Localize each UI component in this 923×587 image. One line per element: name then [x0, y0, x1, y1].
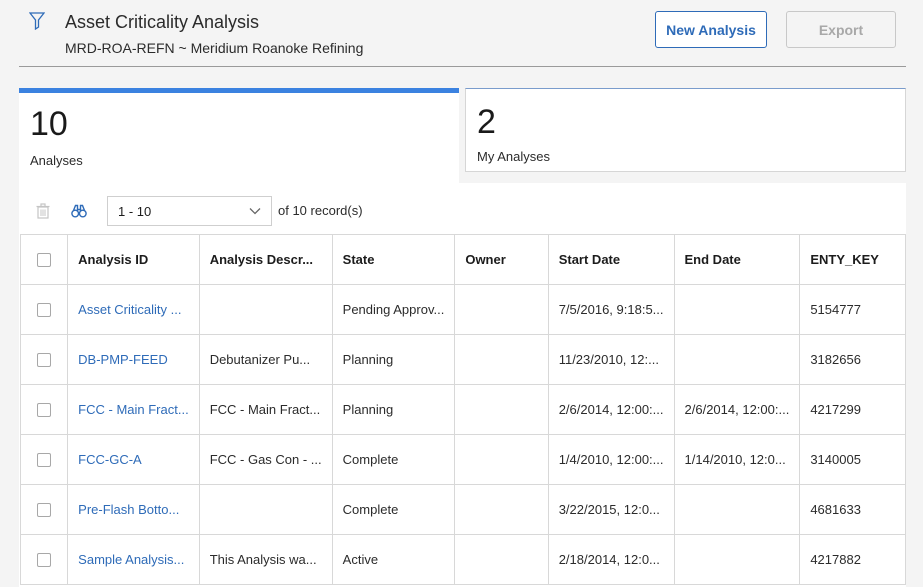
- analyses-panel: 1 - 10 of 10 record(s) Analysis ID Analy…: [19, 183, 906, 587]
- analysis-owner: [454, 484, 549, 535]
- analysis-start-date: 2/6/2014, 12:00:...: [547, 384, 675, 435]
- analysis-id-link[interactable]: DB-PMP-FEED: [67, 334, 200, 385]
- analysis-state: Complete: [331, 484, 456, 535]
- analysis-description: Debutanizer Pu...: [198, 334, 333, 385]
- analysis-end-date: [673, 334, 801, 385]
- row-select-cell: [19, 334, 69, 385]
- row-checkbox[interactable]: [37, 353, 52, 368]
- range-select[interactable]: 1 - 10: [107, 196, 272, 226]
- row-select-cell: [19, 534, 69, 585]
- row-checkbox[interactable]: [37, 303, 52, 318]
- new-analysis-button[interactable]: New Analysis: [655, 11, 767, 48]
- analysis-owner: [454, 284, 549, 335]
- analysis-state: Pending Approv...: [331, 284, 456, 335]
- table-row: FCC - Main Fract... FCC - Main Fract... …: [19, 384, 906, 435]
- row-select-cell: [19, 434, 69, 485]
- analysis-end-date: [673, 484, 801, 535]
- tab-my-analyses[interactable]: 2 My Analyses: [465, 88, 906, 172]
- record-count: of 10 record(s): [278, 203, 363, 218]
- column-header[interactable]: End Date: [673, 234, 801, 285]
- my-analyses-count: 2: [477, 103, 496, 141]
- table-row: FCC-GC-A FCC - Gas Con - ... Complete 1/…: [19, 434, 906, 485]
- analysis-end-date: 2/6/2014, 12:00:...: [673, 384, 801, 435]
- analysis-owner: [454, 434, 549, 485]
- analysis-owner: [454, 384, 549, 435]
- column-header[interactable]: ENTY_KEY: [799, 234, 906, 285]
- analysis-id-link[interactable]: FCC-GC-A: [67, 434, 200, 485]
- row-checkbox[interactable]: [37, 553, 52, 568]
- analysis-description: FCC - Main Fract...: [198, 384, 333, 435]
- analysis-state: Complete: [331, 434, 456, 485]
- analysis-enty-key: 4217299: [799, 384, 906, 435]
- table-row: Pre-Flash Botto... Complete 3/22/2015, 1…: [19, 484, 906, 535]
- analysis-start-date: 2/18/2014, 12:0...: [547, 534, 675, 585]
- range-value: 1 - 10: [118, 203, 152, 219]
- analysis-enty-key: 4681633: [799, 484, 906, 535]
- my-analyses-label: My Analyses: [477, 149, 550, 164]
- analysis-start-date: 1/4/2010, 12:00:...: [547, 434, 675, 485]
- filter-icon[interactable]: [29, 12, 45, 30]
- export-button[interactable]: Export: [786, 11, 896, 48]
- analysis-enty-key: 4217882: [799, 534, 906, 585]
- page-subtitle: MRD-ROA-REFN ~ Meridium Roanoke Refining: [65, 40, 364, 56]
- column-header[interactable]: Start Date: [547, 234, 675, 285]
- analysis-end-date: 1/14/2010, 12:0...: [673, 434, 801, 485]
- tab-analyses[interactable]: 10 Analyses: [19, 88, 459, 183]
- analysis-id-link[interactable]: Pre-Flash Botto...: [67, 484, 200, 535]
- select-all-cell: [19, 234, 69, 285]
- binoculars-icon[interactable]: [71, 203, 87, 219]
- chevron-down-icon: [249, 208, 261, 215]
- analysis-owner: [454, 534, 549, 585]
- analysis-owner: [454, 334, 549, 385]
- analysis-description: This Analysis wa...: [198, 534, 333, 585]
- analysis-state: Active: [331, 534, 456, 585]
- page-title: Asset Criticality Analysis: [65, 12, 260, 32]
- table-row: Sample Analysis... This Analysis wa... A…: [19, 534, 906, 585]
- table-header-row: Analysis ID Analysis Descr... State Owne…: [19, 234, 906, 285]
- analysis-enty-key: 3182656: [799, 334, 906, 385]
- analysis-end-date: [673, 284, 801, 335]
- row-checkbox[interactable]: [37, 453, 52, 468]
- analysis-state: Planning: [331, 384, 456, 435]
- row-checkbox[interactable]: [37, 503, 52, 518]
- row-select-cell: [19, 284, 69, 335]
- select-all-checkbox[interactable]: [37, 253, 52, 268]
- header-divider: [19, 66, 906, 67]
- analysis-enty-key: 5154777: [799, 284, 906, 335]
- analyses-label: Analyses: [30, 153, 83, 168]
- analysis-start-date: 3/22/2015, 12:0...: [547, 484, 675, 535]
- analysis-start-date: 11/23/2010, 12:...: [547, 334, 675, 385]
- table-row: DB-PMP-FEED Debutanizer Pu... Planning 1…: [19, 334, 906, 385]
- column-header[interactable]: State: [331, 234, 456, 285]
- column-header[interactable]: Owner: [454, 234, 549, 285]
- analyses-count: 10: [30, 105, 68, 143]
- analysis-state: Planning: [331, 334, 456, 385]
- row-checkbox[interactable]: [37, 403, 52, 418]
- table-row: Asset Criticality ... Pending Approv... …: [19, 284, 906, 335]
- analysis-enty-key: 3140005: [799, 434, 906, 485]
- column-header[interactable]: Analysis ID: [67, 234, 200, 285]
- row-select-cell: [19, 484, 69, 535]
- analysis-start-date: 7/5/2016, 9:18:5...: [547, 284, 675, 335]
- analysis-description: [198, 484, 333, 535]
- analysis-id-link[interactable]: FCC - Main Fract...: [67, 384, 200, 435]
- analysis-description: FCC - Gas Con - ...: [198, 434, 333, 485]
- trash-icon[interactable]: [35, 203, 51, 219]
- analysis-id-link[interactable]: Asset Criticality ...: [67, 284, 200, 335]
- analysis-description: [198, 284, 333, 335]
- row-select-cell: [19, 384, 69, 435]
- analysis-id-link[interactable]: Sample Analysis...: [67, 534, 200, 585]
- page-header: Asset Criticality Analysis MRD-ROA-REFN …: [0, 0, 923, 88]
- analysis-end-date: [673, 534, 801, 585]
- column-header[interactable]: Analysis Descr...: [198, 234, 333, 285]
- analyses-table: Analysis ID Analysis Descr... State Owne…: [19, 234, 906, 585]
